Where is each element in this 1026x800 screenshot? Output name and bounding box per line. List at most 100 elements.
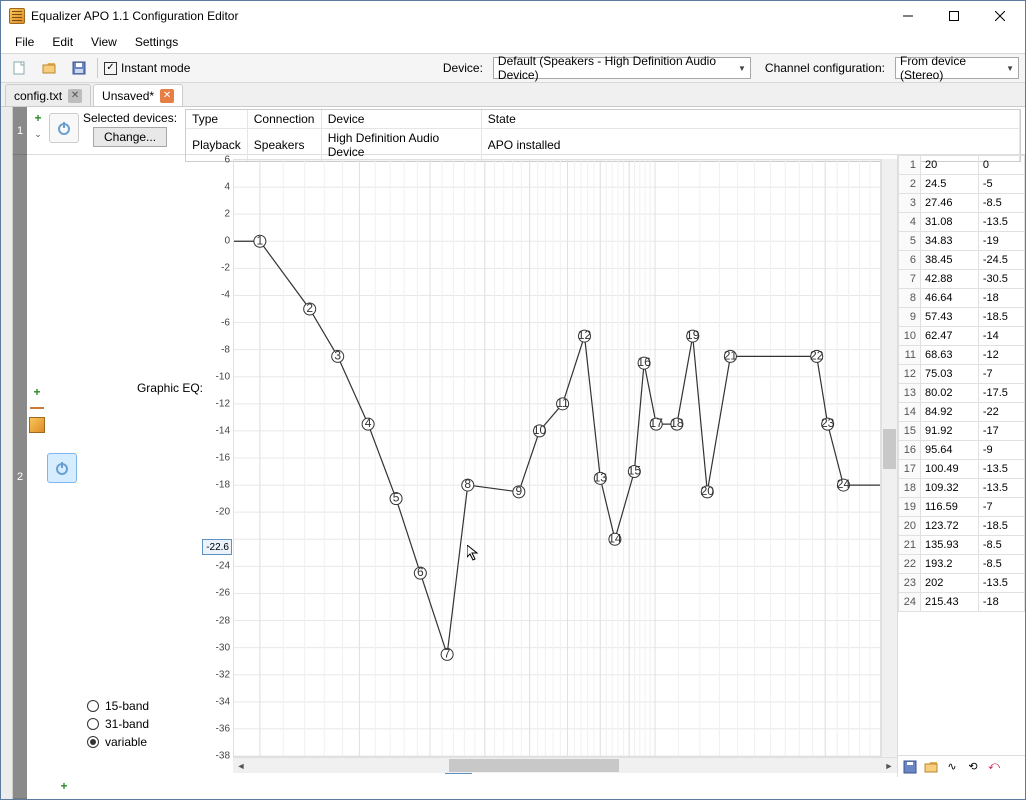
power-button-row2[interactable] [47,453,77,483]
svg-text:14: 14 [608,531,622,545]
edit-icon[interactable] [29,417,45,433]
table-row[interactable]: 1484.92-22 [899,403,1025,422]
close-icon[interactable]: ✕ [68,89,82,103]
table-row[interactable]: 742.88-30.5 [899,270,1025,289]
svg-text:2: 2 [306,301,313,315]
add-above-button[interactable]: + [30,385,44,399]
open-curve-button[interactable] [922,758,940,776]
add-above-button[interactable]: + [31,111,45,125]
radio-31-band[interactable]: 31-band [87,717,203,731]
tab-unsaved[interactable]: Unsaved* ✕ [93,84,183,106]
table-row[interactable]: 1591.92-17 [899,422,1025,441]
svg-text:19: 19 [686,328,700,342]
table-row[interactable]: 846.64-18 [899,289,1025,308]
table-row[interactable]: 17100.49-13.5 [899,460,1025,479]
radio-variable[interactable]: variable [87,735,203,749]
menu-settings[interactable]: Settings [127,33,186,51]
reset-button[interactable]: ⤺ [985,758,1003,776]
row-header-2[interactable]: 2 [13,155,27,799]
svg-text:16: 16 [637,355,651,369]
toolbar: ✓Instant mode Device: Default (Speakers … [1,53,1025,83]
new-file-button[interactable] [7,56,31,80]
svg-text:24: 24 [837,477,851,491]
svg-text:10: 10 [533,423,547,437]
chancfg-combo[interactable]: From device (Stereo)▼ [895,57,1019,79]
svg-text:1: 1 [257,233,264,247]
table-row[interactable]: 534.83-19 [899,232,1025,251]
svg-text:6: 6 [417,565,424,579]
save-curve-button[interactable] [901,758,919,776]
device-combo[interactable]: Default (Speakers - High Definition Audi… [493,57,751,79]
graphic-eq-label: Graphic EQ: [89,381,203,395]
tabstrip: config.txt ✕ Unsaved* ✕ [1,83,1025,107]
table-row[interactable]: 957.43-18.5 [899,308,1025,327]
eq-point-table: 1200224.5-5327.46-8.5431.08-13.5534.83-1… [897,155,1025,777]
horizontal-scrollbar[interactable]: ◄► [233,757,897,773]
left-gutter [1,107,13,799]
svg-text:15: 15 [628,464,642,478]
table-row[interactable]: 23202-13.5 [899,574,1025,593]
svg-text:23: 23 [821,416,835,430]
device-filter-row: + ⌄ Selected devices: Change... Type Con… [27,107,1025,155]
menu-file[interactable]: File [7,33,42,51]
flat-button[interactable]: ⟲ [964,758,982,776]
open-file-button[interactable] [37,56,61,80]
table-row[interactable]: 431.08-13.5 [899,213,1025,232]
svg-text:18: 18 [670,416,684,430]
instant-mode-checkbox[interactable]: ✓Instant mode [104,61,190,75]
power-button-row1[interactable] [49,113,79,143]
vertical-scrollbar[interactable] [881,159,897,757]
svg-text:13: 13 [594,470,608,484]
svg-text:7: 7 [444,646,451,660]
y-value-editor[interactable]: -22.6 [202,539,232,555]
table-row[interactable]: 638.45-24.5 [899,251,1025,270]
instant-mode-label: Instant mode [121,61,190,75]
table-row[interactable]: 19116.59-7 [899,498,1025,517]
table-row[interactable]: 327.46-8.5 [899,194,1025,213]
radio-15-band[interactable]: 15-band [87,699,203,713]
table-row[interactable]: 1695.64-9 [899,441,1025,460]
table-row[interactable]: 1380.02-17.5 [899,384,1025,403]
table-row[interactable]: 1200 [899,156,1025,175]
invert-button[interactable]: ∿ [943,758,961,776]
svg-text:12: 12 [578,328,592,342]
table-row[interactable]: 21135.93-8.5 [899,536,1025,555]
window-title: Equalizer APO 1.1 Configuration Editor [31,9,238,23]
titlebar: Equalizer APO 1.1 Configuration Editor [1,1,1025,31]
minimize-button[interactable] [885,1,931,31]
menu-view[interactable]: View [83,33,125,51]
svg-text:9: 9 [516,484,523,498]
table-row[interactable]: 24215.43-18 [899,593,1025,612]
svg-text:11: 11 [556,396,569,410]
table-row[interactable]: 20123.72-18.5 [899,517,1025,536]
tab-config[interactable]: config.txt ✕ [5,84,91,106]
svg-text:22: 22 [810,348,824,362]
remove-button[interactable] [30,407,44,409]
table-row[interactable]: 18109.32-13.5 [899,479,1025,498]
table-row[interactable]: 22193.2-8.5 [899,555,1025,574]
menubar: File Edit View Settings [1,31,1025,53]
chancfg-label: Channel configuration: [765,61,885,75]
svg-text:4: 4 [365,416,372,430]
svg-text:8: 8 [464,477,471,491]
save-file-button[interactable] [67,56,91,80]
svg-text:3: 3 [334,348,341,362]
maximize-button[interactable] [931,1,977,31]
table-row[interactable]: 1275.03-7 [899,365,1025,384]
close-button[interactable] [977,1,1023,31]
close-icon[interactable]: ✕ [160,89,174,103]
change-devices-button[interactable]: Change... [93,127,167,147]
svg-text:20: 20 [701,484,715,498]
table-row[interactable]: 1062.47-14 [899,327,1025,346]
table-row[interactable]: 224.5-5 [899,175,1025,194]
app-icon [9,8,25,24]
chevron-down-icon[interactable]: ⌄ [34,129,42,140]
row-header-1[interactable]: 1 [13,107,27,155]
graphic-eq-row: + Graphic EQ: 15-band31-bandvariable 123… [27,155,1025,777]
table-row[interactable]: 1168.63-12 [899,346,1025,365]
selected-devices-label: Selected devices: [83,111,177,125]
svg-text:21: 21 [724,348,738,362]
menu-edit[interactable]: Edit [44,33,81,51]
add-filter-button[interactable]: + [57,779,71,793]
eq-chart[interactable]: 123456789101112131415161718192021222324 … [233,159,881,757]
